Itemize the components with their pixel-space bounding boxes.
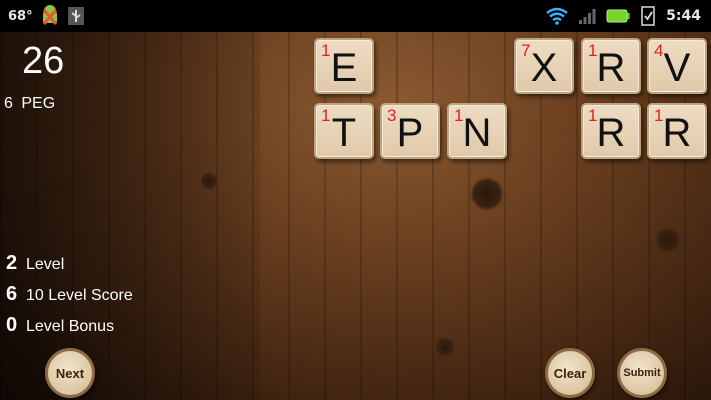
tile-letter: R: [596, 46, 626, 90]
tile-letter: R: [662, 111, 692, 155]
clock-time: 5:44: [666, 8, 701, 24]
level-bonus-value: 0: [6, 314, 18, 336]
status-left: 68°: [8, 0, 85, 32]
battery-icon: [606, 9, 630, 23]
wifi-icon: [546, 7, 568, 25]
temperature-text: 68°: [8, 8, 33, 24]
tile-letter: T: [331, 111, 357, 155]
total-score: 26: [22, 40, 65, 82]
letter-tile[interactable]: 1 R: [581, 103, 641, 159]
status-bar: 68° 5:44: [0, 0, 711, 32]
level-row: 2 Level: [6, 252, 133, 283]
tile-letter: P: [396, 111, 424, 155]
next-button[interactable]: Next: [45, 348, 95, 398]
level-bonus-row: 0 Level Bonus: [6, 314, 133, 345]
letter-tile[interactable]: 1 E: [314, 38, 374, 94]
level-bonus-label: Level Bonus: [26, 318, 115, 335]
letter-tile[interactable]: 1 R: [581, 38, 641, 94]
usb-icon: [67, 6, 85, 26]
wood-knot: [655, 227, 681, 253]
letter-tile[interactable]: 3 P: [380, 103, 440, 159]
level-score-row: 6 10 Level Score: [6, 283, 133, 314]
level-value: 2: [6, 252, 18, 274]
letter-tile[interactable]: 4 V: [647, 38, 707, 94]
tile-letter: N: [462, 111, 492, 155]
level-label: Level: [26, 256, 65, 273]
letter-tile[interactable]: 7 X: [514, 38, 574, 94]
letter-tile[interactable]: 1 N: [447, 103, 507, 159]
tile-letter: R: [596, 111, 626, 155]
signal-icon: [578, 7, 596, 25]
peg-label: PEG: [21, 95, 56, 112]
clear-button[interactable]: Clear: [545, 348, 595, 398]
level-stats: 2 Level 6 10 Level Score 0 Level Bonus: [6, 252, 133, 345]
letter-tile[interactable]: 1 R: [647, 103, 707, 159]
letter-tile[interactable]: 1 T: [314, 103, 374, 159]
status-right: 5:44: [546, 0, 701, 32]
peg-indicator: 6 PEG: [4, 95, 55, 113]
wood-knot: [200, 172, 218, 190]
tile-letter: V: [663, 46, 691, 90]
sd-card-icon: [640, 6, 656, 26]
wood-knot: [470, 177, 504, 211]
level-score-label: 10 Level Score: [26, 287, 133, 304]
wood-knot: [435, 337, 455, 357]
tile-letter: E: [330, 46, 358, 90]
submit-button[interactable]: Submit: [617, 348, 667, 398]
tile-letter: X: [530, 46, 558, 90]
level-score-value: 6: [6, 283, 18, 305]
android-debug-icon: [39, 5, 61, 27]
peg-count: 6: [4, 95, 13, 112]
